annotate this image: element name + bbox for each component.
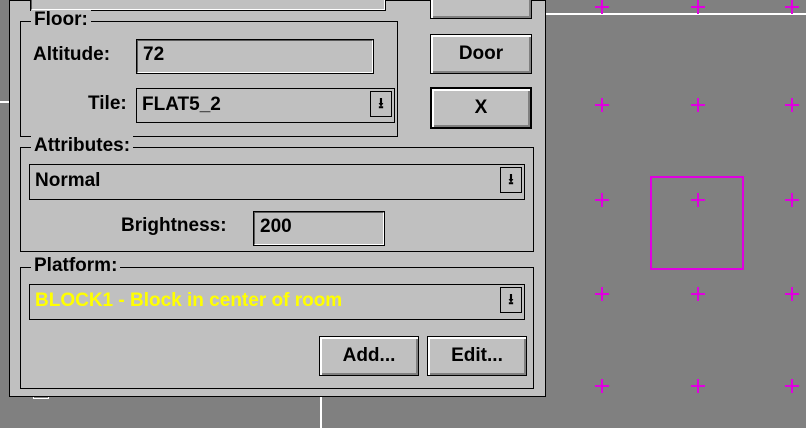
vertex-marker[interactable] <box>595 98 609 112</box>
selected-sector-outline[interactable] <box>650 176 744 270</box>
brightness-input[interactable]: 200 <box>253 211 385 246</box>
vertex-marker[interactable] <box>691 379 705 393</box>
vertex-marker[interactable] <box>785 287 799 301</box>
attributes-group: Attributes: Normal ⭳ Brightness: 200 <box>20 136 534 252</box>
map-guide-line <box>546 13 806 15</box>
top-button-partial[interactable] <box>430 0 532 19</box>
platform-select[interactable]: BLOCK1 - Block in center of room ⭳ <box>29 284 525 320</box>
attribute-type-select[interactable]: Normal ⭳ <box>29 164 525 200</box>
altitude-input[interactable]: 72 <box>136 39 374 74</box>
vertex-marker[interactable] <box>785 379 799 393</box>
vertex-marker[interactable] <box>691 0 705 14</box>
edit-platform-button[interactable]: Edit... <box>427 336 527 376</box>
attributes-group-title: Attributes: <box>31 136 134 156</box>
brightness-label: Brightness: <box>121 215 227 236</box>
map-guide-line <box>0 101 9 103</box>
tile-label: Tile: <box>88 93 127 114</box>
add-platform-button[interactable]: Add... <box>319 336 419 376</box>
dropdown-arrow-icon[interactable]: ⭳ <box>500 287 522 313</box>
vertex-marker[interactable] <box>785 0 799 14</box>
dropdown-arrow-icon[interactable]: ⭳ <box>370 91 392 117</box>
tile-select-value: FLAT5_2 <box>142 94 221 115</box>
close-button[interactable]: X <box>430 87 532 129</box>
vertex-marker[interactable] <box>691 287 705 301</box>
vertex-marker[interactable] <box>785 193 799 207</box>
tile-select[interactable]: FLAT5_2 ⭳ <box>136 88 395 123</box>
platform-select-value: BLOCK1 - Block in center of room <box>35 290 343 311</box>
platform-group-title: Platform: <box>31 256 121 276</box>
attribute-type-value: Normal <box>35 170 101 191</box>
altitude-label: Altitude: <box>33 44 111 65</box>
map-guide-line <box>320 397 322 428</box>
vertex-marker[interactable] <box>595 379 609 393</box>
floor-group: Floor: Altitude: 72 Tile: FLAT5_2 ⭳ <box>20 10 398 137</box>
vertex-marker[interactable] <box>785 98 799 112</box>
door-button[interactable]: Door <box>430 34 532 74</box>
vertex-marker[interactable] <box>691 98 705 112</box>
vertex-marker[interactable] <box>595 287 609 301</box>
vertex-marker[interactable] <box>595 0 609 14</box>
platform-group: Platform: BLOCK1 - Block in center of ro… <box>20 256 534 389</box>
dropdown-arrow-icon[interactable]: ⭳ <box>500 167 522 193</box>
vertex-marker[interactable] <box>595 193 609 207</box>
floor-group-title: Floor: <box>31 10 91 30</box>
sector-properties-dialog: Floor: Altitude: 72 Tile: FLAT5_2 ⭳ Door… <box>9 0 546 397</box>
